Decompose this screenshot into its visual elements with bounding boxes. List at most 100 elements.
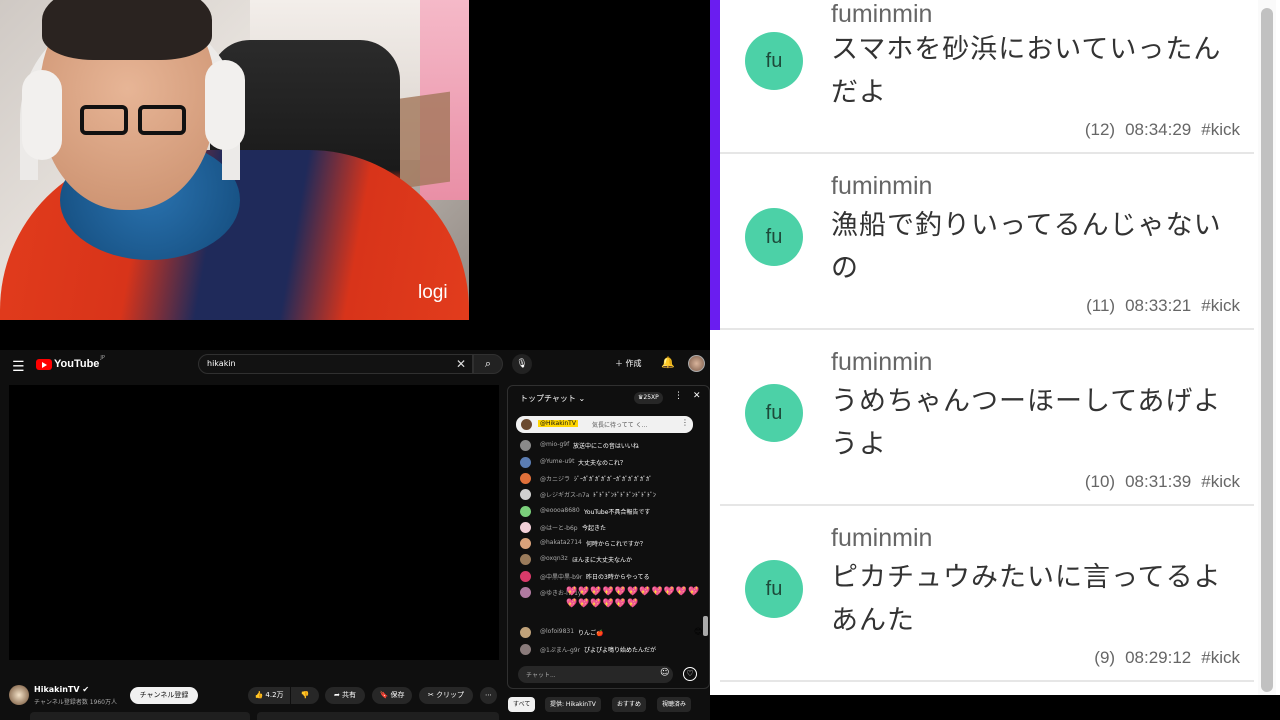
live-chat-row[interactable]: @カニジラ ｼﾞｰｶﾞｶﾞｶﾞｶﾞｶﾞｰｶﾞｶﾞｶﾞｶﾞｶﾞｶﾞ	[518, 472, 703, 486]
thumbs-up-icon: 👍	[254, 691, 264, 699]
description-card[interactable]	[30, 712, 250, 720]
xp-badge[interactable]: ♛25XP	[634, 392, 663, 404]
heart-icon[interactable]: ♡	[683, 667, 697, 681]
clip-button[interactable]: ✂ クリップ	[419, 687, 473, 704]
pinned-avatar	[521, 419, 532, 430]
chat-tag: #kick	[1201, 472, 1240, 491]
chat-time: 08:31:39	[1125, 472, 1192, 491]
channel-name[interactable]: HikakinTV ✔	[34, 685, 89, 694]
save-label: 保存	[390, 691, 405, 699]
chevron-down-icon: ⌄	[578, 394, 586, 403]
live-chat-avatar	[520, 506, 531, 517]
chat-text: スマホを砂浜においていったんだよ	[831, 34, 1222, 108]
live-chat-row[interactable]: @hakata2714 何時からこれですか？	[518, 537, 703, 551]
chat-text: うめちゃんつーほーしてあげようよ	[831, 386, 1222, 460]
pinned-more-icon[interactable]: ⋮	[681, 418, 689, 427]
search-icon: ⌕	[484, 357, 492, 370]
video-player[interactable]	[9, 385, 499, 660]
chat-avatar: fu	[745, 560, 803, 618]
live-chat-avatar	[520, 538, 531, 549]
share-button[interactable]: ➦ 共有	[325, 687, 365, 704]
channel-avatar[interactable]	[9, 685, 29, 705]
live-chat-message: 放送中にこの音はいいね	[573, 443, 639, 450]
live-chat-row[interactable]: @mio-g9f 放送中にこの音はいいね	[518, 439, 703, 453]
live-chat-panel: トップチャット ⌄ ♛25XP ⋮ ✕ @HikakinTV 気長に待ってて く…	[507, 385, 710, 689]
thumbs-down-icon: 👎	[300, 691, 310, 699]
chat-count: (12)	[1084, 120, 1116, 139]
chat-input[interactable]: チャット...	[518, 666, 673, 683]
chat-message: fu fuminmin うめちゃんつーほーしてあげようよ (10) 08:31:3…	[720, 330, 1254, 506]
voice-search-icon[interactable]: 🎙	[512, 354, 532, 374]
scissors-icon: ✂	[427, 691, 434, 699]
chat-meta: (10) 08:31:39 #kick	[1075, 472, 1240, 492]
live-chat-avatar	[520, 554, 531, 565]
clear-search-icon[interactable]: ✕	[456, 357, 466, 371]
live-chat-scrollbar[interactable]	[703, 616, 708, 636]
more-options-icon[interactable]: ⋮	[674, 391, 683, 401]
chip-all[interactable]: すべて	[508, 697, 536, 712]
account-avatar[interactable]	[688, 355, 705, 372]
live-chat-message: 何時からこれですか？	[586, 541, 646, 548]
live-chat-avatar	[520, 473, 531, 484]
live-chat-row[interactable]: @1ぷまん-g9r ぴよぴよ鳴り始めたんだが	[518, 643, 703, 657]
youtube-logo-text: YouTube	[54, 358, 100, 370]
search-button[interactable]: ⌕	[473, 354, 503, 374]
subscriber-count: チャンネル登録者数 1960万人	[34, 699, 117, 706]
webcam-headphone-left	[22, 70, 62, 160]
comments-card[interactable]	[257, 712, 499, 720]
chip-watched[interactable]: 視聴済み	[657, 697, 692, 712]
chip-recommended[interactable]: おすすめ	[612, 697, 647, 712]
save-button[interactable]: 🔖 保存	[372, 687, 412, 704]
live-chat-title: トップチャット	[520, 394, 576, 403]
live-chat-row[interactable]: @Yume-u9t 大丈夫なのこれ？	[518, 456, 703, 470]
live-chat-row[interactable]: @oxqn3z ほんまに大丈夫なんか	[518, 553, 703, 567]
pinned-message[interactable]: @HikakinTV 気長に待ってて く... ⋮	[516, 416, 693, 433]
live-chat-message: りんご🍎	[578, 630, 604, 637]
live-chat-row[interactable]: @レジギガス-n7a ﾄﾞﾄﾞﾄﾞﾝﾄﾞﾄﾞﾄﾞﾝﾄﾞﾄﾞﾄﾞﾝ	[518, 488, 703, 502]
close-icon[interactable]: ✕	[693, 391, 701, 401]
plus-icon: ＋	[615, 359, 623, 368]
live-chat-message: 大丈夫なのこれ？	[578, 460, 627, 467]
live-chat-row[interactable]: @中黒中黒-b9r 昨日の3時からやってる	[518, 570, 703, 584]
hamburger-menu-icon[interactable]: ☰	[12, 359, 25, 375]
live-chat-row[interactable]: @lofoi9831 りんご🍎 😊	[518, 626, 703, 640]
notifications-bell-icon[interactable]: 🔔	[661, 356, 675, 369]
webcam-feed: logi	[0, 0, 469, 320]
dislike-button[interactable]: 👎	[291, 687, 319, 704]
create-button[interactable]: ＋ 作成	[615, 358, 642, 369]
live-chat-username: @hakata2714	[540, 539, 582, 546]
subscribe-button[interactable]: チャンネル登録	[130, 687, 198, 704]
emoji-icon[interactable]: ☺	[660, 668, 669, 678]
live-chat-row[interactable]: @はーと-b6p 今起きた	[518, 521, 703, 535]
live-chat-message: 今起きた	[582, 525, 607, 532]
live-chat-message: ｼﾞｰｶﾞｶﾞｶﾞｶﾞｶﾞｰｶﾞｶﾞｶﾞｶﾞｶﾞｶﾞ	[574, 476, 653, 483]
create-label: 作成	[625, 359, 642, 368]
youtube-logo[interactable]: YouTube JP	[36, 355, 105, 370]
live-chat-avatar	[520, 522, 531, 533]
overlay-scrollbar-thumb[interactable]	[1261, 8, 1273, 692]
chat-tag: #kick	[1201, 120, 1240, 139]
bookmark-icon: 🔖	[379, 691, 389, 699]
chat-message: fu fuminmin 漁船で釣りいってるんじゃないの (11) 08:33:21…	[720, 154, 1254, 330]
live-chat-avatar	[520, 644, 531, 655]
chat-avatar: fu	[745, 208, 803, 266]
chip-from-channel[interactable]: 提供: HikakinTV	[545, 697, 601, 712]
live-chat-username: @1ぷまん-g9r	[540, 647, 581, 654]
youtube-window: ☰ YouTube JP hikakin ✕ ⌕ 🎙 ＋ 作成 🔔 トップチャッ…	[0, 350, 710, 720]
search-input[interactable]: hikakin ✕	[198, 354, 473, 374]
chat-username: fuminmin	[831, 0, 933, 28]
live-chat-heart-emojis: 💖💖💖💖💖💖💖💖💖💖💖💖💖💖💖💖💖	[566, 587, 701, 609]
chat-time: 08:34:29	[1125, 120, 1192, 139]
chat-time: 08:29:12	[1125, 648, 1192, 667]
live-chat-row[interactable]: @eoooa8680 YouTube不具合報告です	[518, 505, 703, 519]
more-actions-icon[interactable]: ⋯	[480, 687, 497, 704]
live-chat-username: @oxqn3z	[540, 555, 568, 562]
live-chat-username: @eoooa8680	[540, 507, 580, 514]
webcam-person-glasses	[80, 105, 190, 137]
live-chat-row[interactable]: @ゆきお-l7r1y 💖💖💖💖💖💖💖💖💖💖💖💖💖💖💖💖💖	[518, 586, 703, 609]
chat-username: fuminmin	[831, 524, 933, 552]
pinned-text: 気長に待ってて く...	[592, 422, 648, 429]
chat-text: ピカチュウみたいに言ってるよあんた	[831, 562, 1222, 636]
live-chat-mode-dropdown[interactable]: トップチャット ⌄	[520, 393, 585, 404]
like-button[interactable]: 👍 4.2万	[248, 687, 290, 704]
